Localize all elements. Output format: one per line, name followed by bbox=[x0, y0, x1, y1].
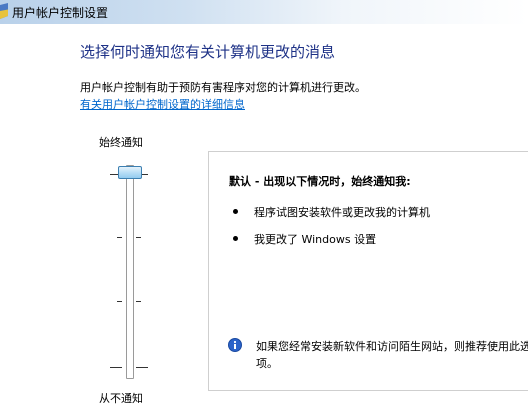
info-icon bbox=[228, 338, 242, 352]
bullet-item: 程序试图安装软件或更改我的计算机 bbox=[254, 206, 430, 219]
window-title: 用户帐户控制设置 bbox=[12, 6, 109, 20]
slider-tick bbox=[136, 367, 148, 368]
setting-description-panel: 默认 - 出现以下情况时，始终通知我: 程序试图安装软件或更改我的计算机 我更改… bbox=[208, 151, 528, 391]
page-description: 用户帐户控制有助于预防有害程序对您的计算机进行更改。 bbox=[80, 81, 366, 94]
slider-top-label: 始终通知 bbox=[99, 136, 143, 149]
uac-help-link[interactable]: 有关用户帐户控制设置的详细信息 bbox=[80, 96, 245, 112]
slider-tick bbox=[117, 237, 122, 238]
recommendation-text: 如果您经常安装新软件和访问陌生网站，则推荐使用此选项。 bbox=[256, 340, 528, 370]
uac-shield-icon bbox=[0, 3, 8, 19]
title-bar[interactable]: 用户帐户控制设置 bbox=[0, 0, 528, 24]
slider-thumb[interactable] bbox=[118, 166, 142, 179]
slider-tick bbox=[136, 301, 141, 302]
slider-tick bbox=[136, 237, 141, 238]
slider-track[interactable] bbox=[126, 165, 134, 379]
slider-bottom-label: 从不通知 bbox=[99, 392, 143, 405]
bullet-dot bbox=[233, 209, 238, 214]
notification-level-slider[interactable] bbox=[104, 155, 154, 385]
slider-tick bbox=[110, 367, 122, 368]
slider-tick bbox=[117, 301, 122, 302]
uac-settings-window: 用户帐户控制设置 选择何时通知您有关计算机更改的消息 用户帐户控制有助于预防有害… bbox=[0, 0, 528, 405]
bullet-item: 我更改了 Windows 设置 bbox=[254, 233, 377, 246]
bullet-dot bbox=[233, 236, 238, 241]
page-heading: 选择何时通知您有关计算机更改的消息 bbox=[80, 43, 336, 61]
panel-title: 默认 - 出现以下情况时，始终通知我: bbox=[229, 175, 411, 188]
